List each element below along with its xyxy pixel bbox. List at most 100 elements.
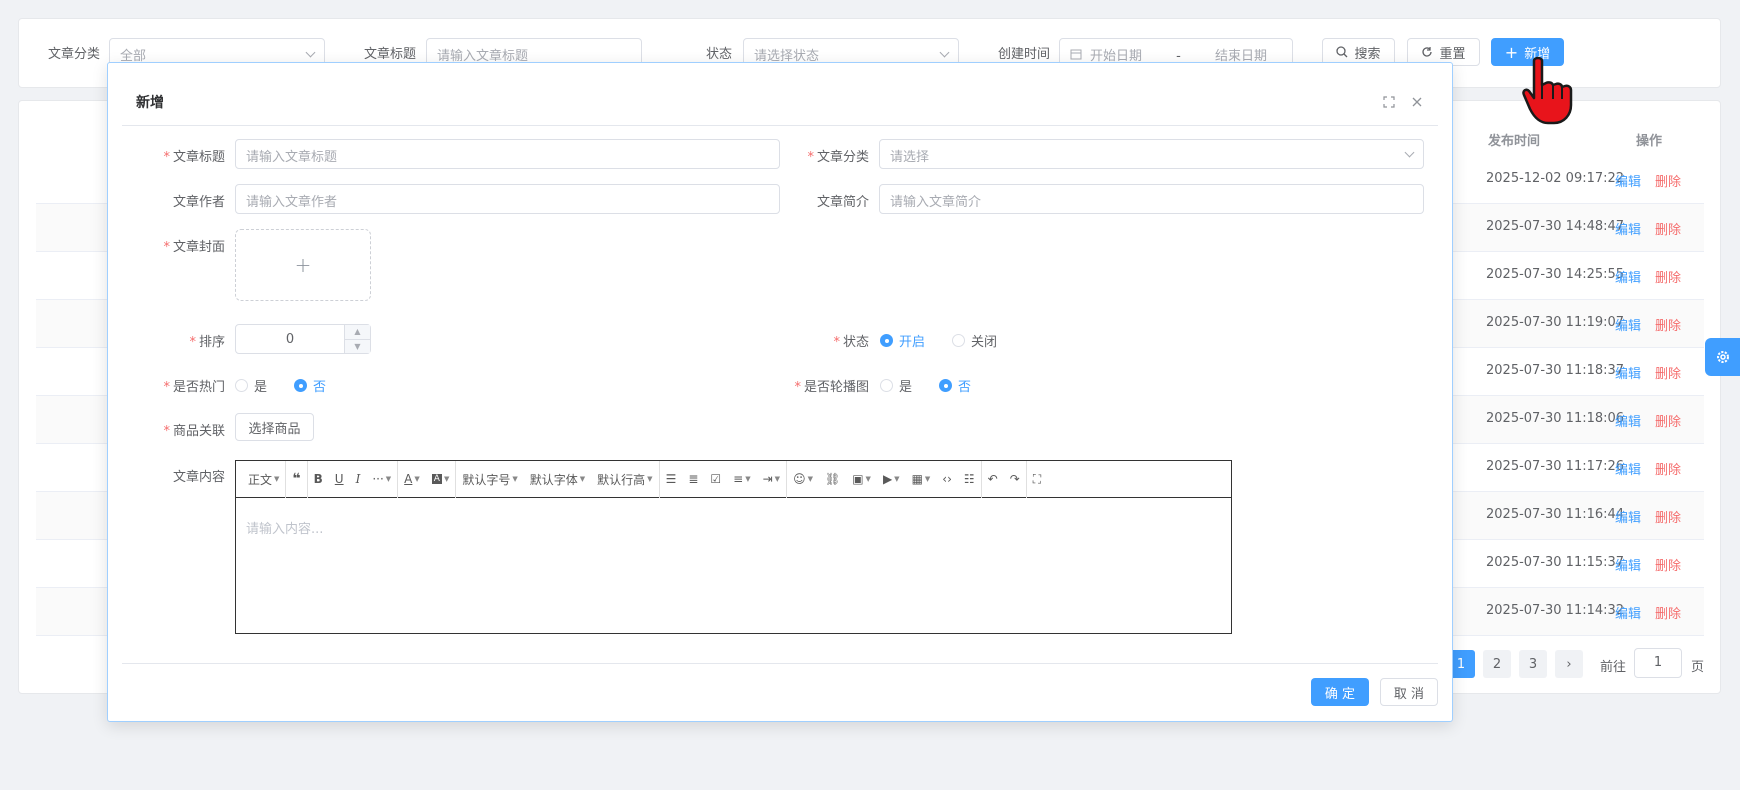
carousel-radio-yes[interactable]: 是 [880,376,912,395]
font-color-icon[interactable]: A ▼ [398,461,426,498]
page-2[interactable]: 2 [1483,650,1511,678]
search-button-label: 搜索 [1354,46,1381,62]
close-icon[interactable] [1409,94,1425,110]
required-mark: * [189,335,196,350]
delete-link[interactable]: 删除 [1655,603,1681,622]
delete-link[interactable]: 删除 [1655,219,1681,238]
numbered-list-icon[interactable]: ≣ [682,461,704,498]
emoji-icon[interactable]: ☺ ▼ [787,461,819,498]
carousel-field-label-text: 是否轮播图 [803,380,869,395]
row-publish-time: 2025-07-30 11:18:06 [1486,411,1625,426]
search-status-label: 状态 [706,47,733,62]
article-category-placeholder: 请选择 [890,150,930,165]
cancel-button[interactable]: 取 消 [1380,678,1438,706]
increment-button[interactable]: ▲ [345,325,370,340]
undo-icon[interactable]: ↶ [982,461,1004,498]
editor-toolbar: 正文 ▼ ❝ B U I ··· ▼ A ▼ A ▼ 默认字号 ▼ 默认字体 ▼ 默认行高 ▼… [236,460,1231,498]
background-color-icon[interactable]: A ▼ [426,460,457,498]
indent-icon[interactable]: ⇥ ▼ [757,460,788,498]
link-icon[interactable]: ⛓ [819,461,846,498]
article-author-input[interactable]: 请输入文章作者 [235,184,780,214]
align-icon[interactable]: ≡ ▼ [727,461,756,498]
delete-link[interactable]: 删除 [1655,507,1681,526]
edit-link[interactable]: 编辑 [1615,459,1641,478]
goto-page-input[interactable]: 1 [1634,648,1682,678]
page-3[interactable]: 3 [1519,650,1547,678]
row-publish-time: 2025-07-30 14:48:47 [1486,219,1625,234]
edit-link[interactable]: 编辑 [1615,411,1641,430]
divider-icon[interactable]: ☷ [958,460,982,498]
delete-link[interactable]: 删除 [1655,363,1681,382]
fullscreen-icon[interactable] [1381,94,1397,110]
hot-radio-no[interactable]: 否 [294,376,326,395]
radio-dot [880,334,893,347]
edit-link[interactable]: 编辑 [1615,171,1641,190]
edit-link[interactable]: 编辑 [1615,555,1641,574]
caret-down-icon: ▼ [443,475,450,483]
confirm-button[interactable]: 确 定 [1311,678,1369,706]
carousel-radio-no[interactable]: 否 [939,376,971,395]
edit-link[interactable]: 编辑 [1615,363,1641,382]
article-category-select[interactable]: 请选择 [879,139,1424,169]
fullscreen-icon[interactable]: ⛶ [1027,461,1047,498]
edit-link[interactable]: 编辑 [1615,219,1641,238]
hot-radio-yes[interactable]: 是 [235,376,267,395]
image-icon[interactable]: ▣ ▼ [846,461,877,498]
delete-link[interactable]: 删除 [1655,267,1681,286]
radio-dot [939,379,952,392]
edit-link[interactable]: 编辑 [1615,507,1641,526]
bulleted-list-icon[interactable]: ☰ [660,461,683,498]
table-icon[interactable]: ▦ ▼ [906,461,937,498]
code-icon[interactable]: ‹› [936,461,958,498]
rich-text-editor[interactable]: 正文 ▼ ❝ B U I ··· ▼ A ▼ A ▼ 默认字号 ▼ 默认字体 ▼ 默认行高 ▼… [235,460,1232,634]
video-icon[interactable]: ▶ ▼ [877,461,906,498]
edit-link[interactable]: 编辑 [1615,315,1641,334]
line-height-select[interactable]: 默认行高 ▼ [591,460,660,498]
decrement-button[interactable]: ▼ [345,339,370,353]
sort-number-input[interactable]: 0 ▲ ▼ [235,324,371,354]
page-suffix: 页 [1691,660,1705,675]
paragraph-select[interactable]: 正文 ▼ [242,460,287,498]
settings-drawer-button[interactable] [1705,338,1740,376]
row-publish-time: 2025-07-30 11:15:37 [1486,555,1625,570]
column-header-actions: 操作 [1636,134,1663,149]
radio-dot [235,379,248,392]
caret-down-icon: ▼ [774,475,781,483]
more-styles-button[interactable]: ··· ▼ [366,460,399,498]
required-mark: * [163,424,170,439]
caret-down-icon: ▼ [894,475,900,483]
font-size-label: 默认字号 [462,472,511,487]
required-mark: * [833,335,840,350]
category-field-label: * 文章分类 [807,146,869,165]
cover-upload[interactable]: + [235,229,371,301]
article-title-input[interactable]: 请输入文章标题 [235,139,780,169]
edit-link[interactable]: 编辑 [1615,603,1641,622]
blockquote-icon[interactable]: ❝ [286,460,308,498]
delete-link[interactable]: 删除 [1655,555,1681,574]
status-radio-on[interactable]: 开启 [880,331,925,350]
font-size-select[interactable]: 默认字号 ▼ [456,461,523,498]
bold-icon[interactable]: B [308,461,329,498]
underline-icon[interactable]: U [329,461,350,498]
delete-link[interactable]: 删除 [1655,171,1681,190]
article-summary-input[interactable]: 请输入文章简介 [879,184,1424,214]
font-family-select[interactable]: 默认字体 ▼ [524,461,591,498]
calendar-icon [1070,49,1082,60]
title-field-label-text: 文章标题 [172,150,225,165]
delete-link[interactable]: 删除 [1655,315,1681,334]
delete-link[interactable]: 删除 [1655,411,1681,430]
hot-yes-label: 是 [254,380,268,395]
content-field-label: 文章内容 [172,470,225,485]
redo-icon[interactable]: ↷ [1004,460,1027,498]
select-product-button[interactable]: 选择商品 [235,413,314,441]
status-radio-off[interactable]: 关闭 [952,331,997,350]
cover-field-label: * 文章封面 [163,236,225,255]
sort-value: 0 [285,331,295,347]
delete-link[interactable]: 删除 [1655,459,1681,478]
todo-list-icon[interactable]: ☑ [704,461,727,498]
radio-dot [952,334,965,347]
author-field-label: 文章作者 [172,195,225,210]
edit-link[interactable]: 编辑 [1615,267,1641,286]
italic-icon[interactable]: I [350,461,367,498]
next-page-button[interactable]: › [1555,650,1583,678]
